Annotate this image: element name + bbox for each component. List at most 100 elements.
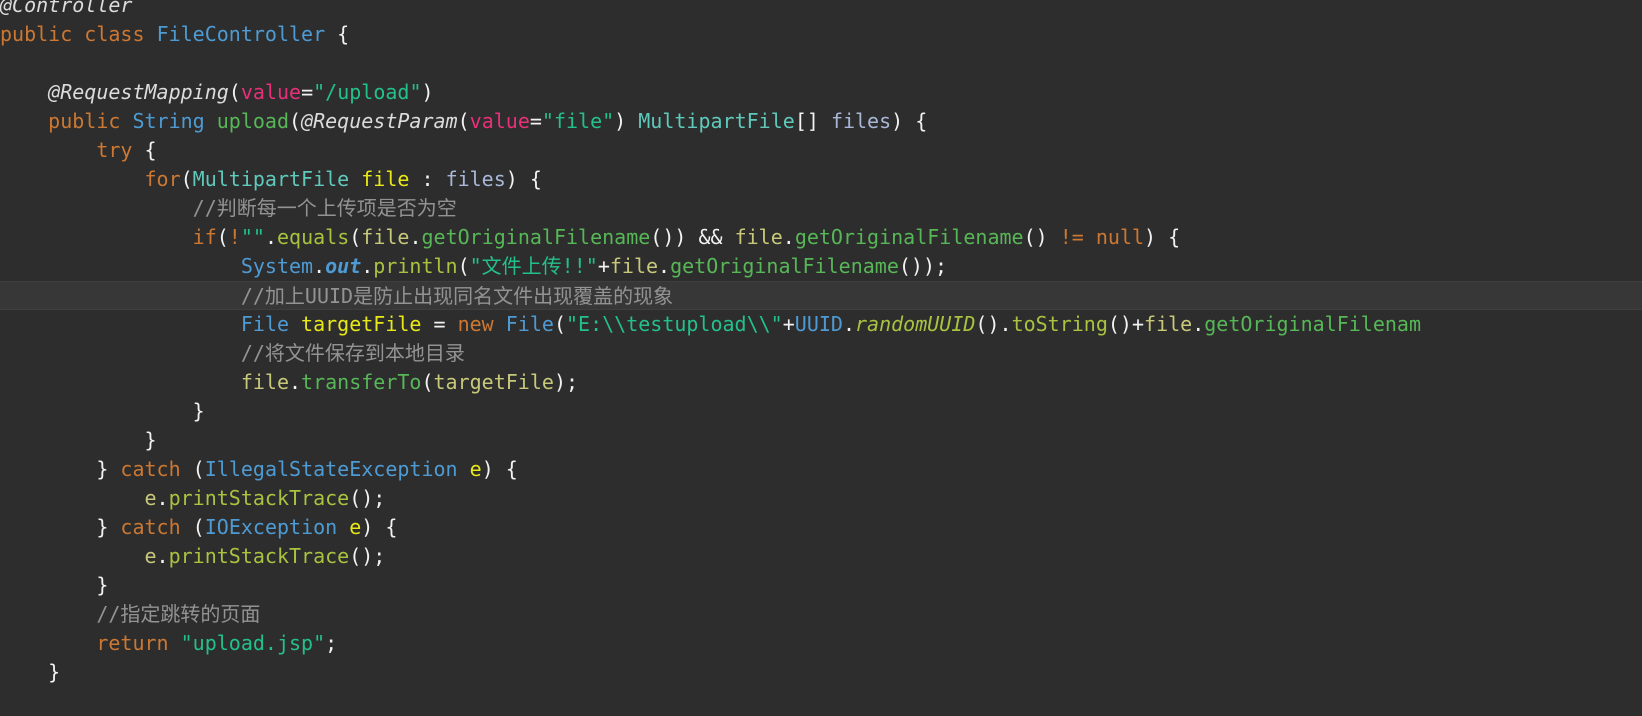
line-close-catch[interactable]: } [0,571,1642,600]
code-token: : [409,167,446,191]
line-annotation-controller[interactable]: @Controller [0,0,1642,20]
line-close-if[interactable]: } [0,397,1642,426]
line-return[interactable]: return "upload.jsp"; [0,629,1642,658]
code-token: ! [228,225,241,249]
code-token: IOException [204,515,338,539]
code-token: . [1192,312,1205,336]
code-token: for [144,167,181,191]
line-comment-save-local[interactable]: //将文件保存到本地目录 [0,339,1642,368]
code-token: "E:\\testupload\\" [565,312,783,336]
code-token: ( [421,370,434,394]
code-token: = [529,109,542,133]
code-token: catch [120,515,181,539]
line-comment-redirect[interactable]: //指定跳转的页面 [0,600,1642,629]
code-token: public [48,109,121,133]
code-token: . [264,225,277,249]
code-token: "" [240,225,265,249]
code-token: try [96,138,133,162]
line-class-declaration[interactable]: public class FileController { [0,20,1642,49]
code-token: ()); [898,254,948,278]
code-token: } [96,515,121,539]
line-request-mapping[interactable]: @RequestMapping(value="/upload") [0,78,1642,107]
line-method-upload[interactable]: public String upload(@RequestParam(value… [0,107,1642,136]
line-if-filename-check[interactable]: if(!"".equals(file.getOriginalFilename()… [0,223,1642,252]
line-target-file[interactable]: File targetFile = new File("E:\\testuplo… [0,310,1642,339]
code-token: "file" [541,109,615,133]
line-catch-illegal-state[interactable]: } catch (IllegalStateException e) { [0,455,1642,484]
code-token: . [156,486,169,510]
code-token: () [1107,312,1132,336]
code-token: printStackTrace [168,544,350,568]
code-token: ) [421,80,434,104]
code-token: e [469,457,482,481]
line-comment-check-empty[interactable]: //判断每一个上传项是否为空 [0,194,1642,223]
code-token: ( [457,254,470,278]
code-token: getOriginalFilename [794,225,1024,249]
code-token: getOriginalFilenam [1204,312,1421,336]
code-token: //判断每一个上传项是否为空 [192,196,457,220]
code-token: System [240,254,314,278]
code-token: ( [228,80,241,104]
line-try[interactable]: try { [0,136,1642,165]
code-token: toString [1011,312,1108,336]
code-token: + [782,312,795,336]
code-token: ()) [650,225,699,249]
code-token: ) { [361,515,398,539]
code-token: { [132,138,157,162]
code-token: "/upload" [313,80,422,104]
line-blank-1[interactable] [0,49,1642,78]
code-token: @RequestMapping [48,80,229,104]
code-token: "文件上传!!" [469,254,598,278]
code-token: targetFile [433,370,554,394]
line-println-upload[interactable]: System.out.println("文件上传!!"+file.getOrig… [0,252,1642,281]
code-token: String [132,109,205,133]
code-token: getOriginalFilename [670,254,899,278]
line-transfer-to[interactable]: file.transferTo(targetFile); [0,368,1642,397]
code-token: && [698,225,723,249]
code-token: . [156,544,169,568]
code-content[interactable]: @Controller public class FileController {… [0,0,1642,687]
code-token: "upload.jsp" [180,631,326,655]
code-token: value [469,109,530,133]
code-token: ( [216,225,229,249]
code-token: new [457,312,494,336]
line-close-method[interactable]: } [0,658,1642,687]
line-print-stack-2[interactable]: e.printStackTrace(); [0,542,1642,571]
code-editor[interactable]: @Controller public class FileController {… [0,0,1642,716]
code-token: null [1095,225,1145,249]
code-token: //指定跳转的页面 [96,602,261,626]
code-token: catch [120,457,181,481]
code-token: file [609,254,659,278]
line-catch-io[interactable]: } catch (IOException e) { [0,513,1642,542]
code-token: . [409,225,422,249]
code-token: equals [276,225,350,249]
code-token: . [313,254,326,278]
code-token: ( [457,109,470,133]
code-token: ( [349,225,362,249]
line-for-loop[interactable]: for(MultipartFile file : files) { [0,165,1642,194]
code-token: value [240,80,302,104]
code-token: out [325,254,362,278]
code-token: + [1131,312,1145,336]
code-token: FileController [156,22,326,46]
code-token: files [445,167,506,191]
code-token: file [240,370,289,394]
line-print-stack-1[interactable]: e.printStackTrace(); [0,484,1642,513]
line-comment-uuid[interactable]: //加上UUID是防止出现同名文件出现覆盖的现象 [0,281,1642,310]
code-token: . [658,254,671,278]
code-token: ( [180,457,205,481]
code-token: . [999,312,1012,336]
line-close-for[interactable]: } [0,426,1642,455]
